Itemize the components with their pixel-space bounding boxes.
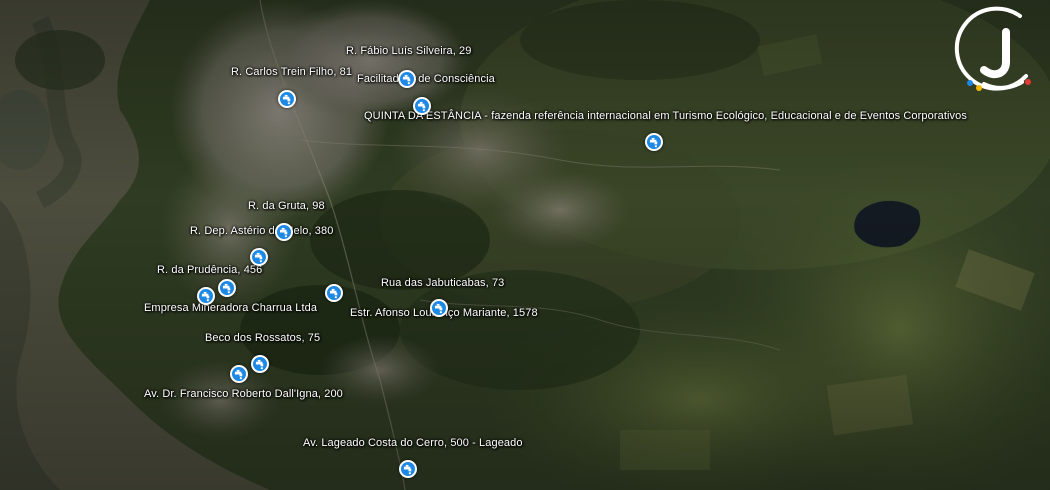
water-tap-marker[interactable] (399, 460, 417, 478)
water-tap-icon (279, 227, 287, 237)
water-tap-marker[interactable] (197, 287, 215, 305)
water-tap-icon (201, 291, 209, 301)
satellite-terrain (0, 0, 1050, 490)
place-label: R. Fábio Luís Silveira, 29 (346, 45, 472, 57)
logo-dot-yellow (976, 85, 982, 91)
water-tap-marker[interactable] (218, 279, 236, 297)
water-tap-marker[interactable] (230, 365, 248, 383)
water-tap-icon (649, 137, 657, 147)
logo-ring-bottom (982, 80, 1024, 90)
water-tap-icon (403, 464, 411, 474)
water-tap-marker[interactable] (398, 70, 416, 88)
water-tap-icon (255, 359, 263, 369)
water-tap-icon (222, 283, 230, 293)
place-label: Empresa Mineradora Charrua Ltda (144, 302, 318, 314)
place-label: Av. Dr. Francisco Roberto Dall'Igna, 200 (144, 388, 343, 400)
water-tap-icon (329, 288, 337, 298)
water-tap-icon (254, 252, 262, 262)
place-label: R. da Gruta, 98 (248, 200, 325, 212)
water-tap-marker[interactable] (275, 223, 293, 241)
water-tap-marker[interactable] (250, 248, 268, 266)
logo-letter-j (980, 28, 1010, 79)
water-tap-icon (417, 101, 425, 111)
water-tap-icon (234, 369, 242, 379)
water-tap-icon (434, 303, 442, 313)
water-tap-marker[interactable] (251, 355, 269, 373)
water-tap-marker[interactable] (645, 133, 663, 151)
water-tap-marker[interactable] (278, 90, 296, 108)
water-tap-marker[interactable] (413, 97, 431, 115)
place-label: R. Dep. Astério de Melo, 380 (190, 225, 334, 237)
place-label: R. Carlos Trein Filho, 81 (231, 66, 353, 78)
place-label: QUINTA DA ESTÂNCIA - fazenda referência … (364, 110, 967, 122)
place-label: Beco dos Rossatos, 75 (205, 332, 321, 344)
water-tap-marker[interactable] (430, 299, 448, 317)
place-label: R. da Prudência, 456 (157, 264, 263, 276)
place-label: Facilitadora de Consciência (357, 73, 495, 85)
water-tap-icon (402, 74, 410, 84)
water-tap-marker[interactable] (325, 284, 343, 302)
logo-dot-blue (967, 80, 973, 86)
place-label: Av. Lageado Costa do Cerro, 500 - Lagead… (303, 437, 523, 449)
satellite-map[interactable]: R. Fábio Luís Silveira, 29 R. Carlos Tre… (0, 0, 1050, 490)
place-label: Rua das Jabuticabas, 73 (381, 277, 505, 289)
channel-logo (954, 6, 1031, 91)
water-tap-icon (282, 94, 290, 104)
logo-dot-red (1025, 79, 1031, 85)
